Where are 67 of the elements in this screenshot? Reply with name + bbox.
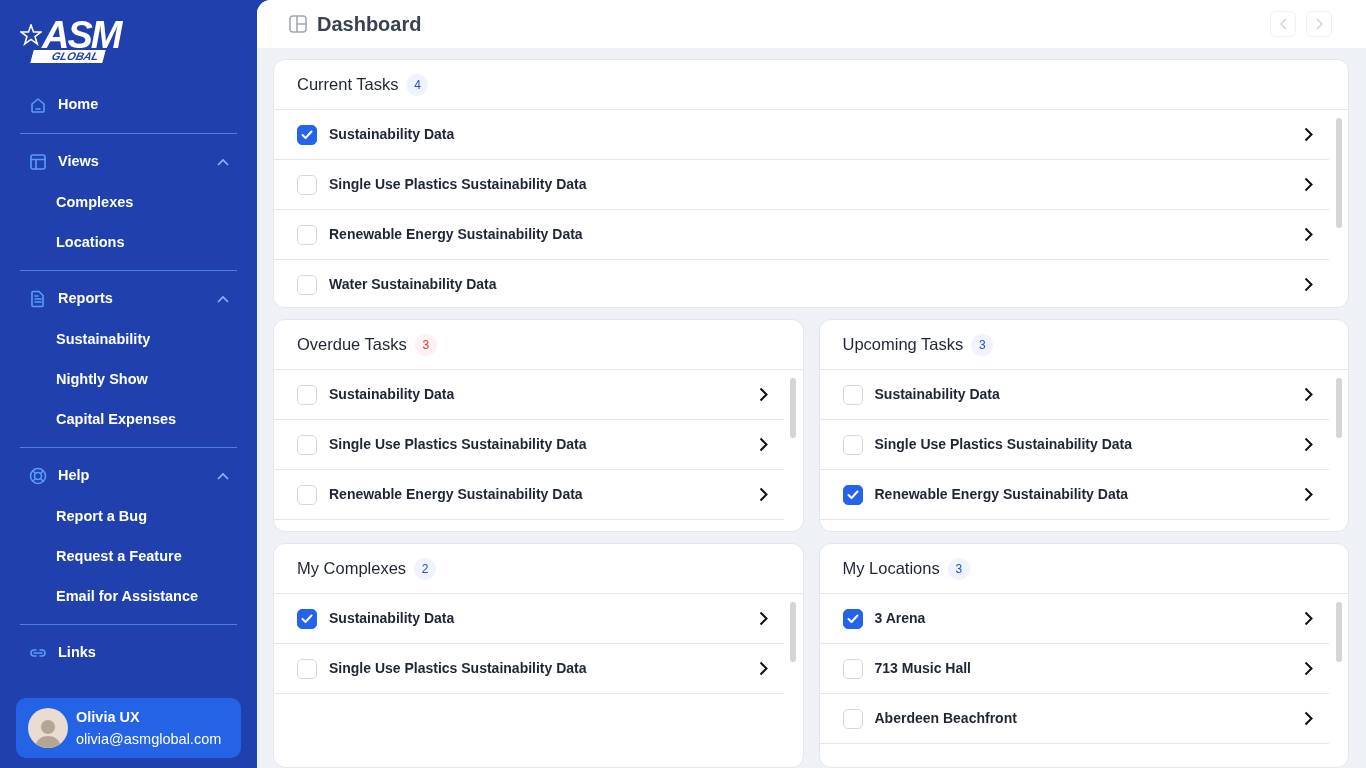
panel-title: My Locations (842, 558, 940, 580)
chevron-right-icon (1304, 437, 1313, 452)
checkmark-icon (846, 489, 859, 500)
scrollbar[interactable] (1335, 602, 1342, 662)
nav-link[interactable]: Capital Expenses (20, 399, 237, 439)
nav-item[interactable]: Reports (20, 279, 237, 319)
nav-item[interactable]: Views (20, 142, 237, 182)
chevron-right-icon (1304, 277, 1313, 292)
checkmark-icon (301, 613, 313, 624)
star-icon (20, 24, 42, 46)
chevron-up-icon (217, 472, 229, 480)
chevron-right-icon (758, 611, 768, 626)
scrollbar[interactable] (790, 602, 796, 662)
chevron-left-icon (1278, 18, 1288, 30)
nav-item[interactable]: Links (20, 633, 237, 673)
checkbox[interactable] (842, 484, 863, 505)
user-card[interactable]: Olivia UX olivia@asmglobal.com (16, 698, 241, 758)
chevron-right-icon (1304, 177, 1313, 192)
count-badge: 3 (947, 557, 970, 580)
nav-link[interactable]: Email for Assistance (20, 576, 237, 616)
chevron-right-icon (1314, 18, 1324, 30)
logo: ASM GLOBAL (20, 16, 237, 63)
dashboard-icon (289, 15, 307, 33)
checkbox[interactable] (842, 608, 863, 629)
panel-title: Overdue Tasks (297, 334, 407, 356)
nav-link[interactable]: Nightly Show (20, 359, 237, 399)
checkbox[interactable] (297, 608, 317, 629)
lifebuoy-icon (28, 466, 48, 486)
nav-link[interactable]: Complexes (20, 182, 237, 222)
chevron-right-icon (1304, 127, 1313, 142)
chevron-up-icon (217, 295, 229, 303)
chevron-right-icon (758, 487, 768, 502)
chevron-right-icon (1304, 387, 1313, 402)
avatar (28, 708, 68, 748)
chevron-right-icon (1304, 711, 1313, 726)
checkbox[interactable] (297, 124, 317, 145)
count-badge: 2 (414, 557, 437, 580)
scrollbar[interactable] (790, 378, 796, 438)
user-name: Olivia UX (76, 708, 141, 727)
panel-title: Current Tasks (297, 74, 399, 96)
chevron-up-icon (217, 158, 229, 166)
nav-link[interactable]: Request a Feature (20, 536, 237, 576)
nav-link[interactable]: Report a Bug (20, 496, 237, 536)
nav-link[interactable]: Sustainability (20, 319, 237, 359)
scrollbar[interactable] (1335, 118, 1342, 228)
nav-item[interactable]: Help (20, 456, 237, 496)
count-badge: 3 (971, 333, 994, 356)
panel-title: My Complexes (297, 558, 407, 580)
page-title: Dashboard (317, 12, 423, 37)
user-email: olivia@asmglobal.com (76, 729, 222, 748)
chevron-right-icon (758, 661, 768, 676)
nav-link[interactable]: Locations (20, 222, 237, 262)
count-badge: 4 (406, 73, 429, 96)
chevron-right-icon (758, 437, 768, 452)
chevron-right-icon (1304, 227, 1313, 242)
chevron-right-icon (1304, 611, 1313, 626)
scrollbar[interactable] (1335, 378, 1342, 438)
house-icon (28, 95, 48, 115)
nav-item[interactable]: Home (20, 85, 237, 125)
checkmark-icon (846, 613, 859, 624)
checkmark-icon (301, 129, 313, 140)
count-badge: 3 (414, 333, 437, 356)
chevron-right-icon (1304, 661, 1313, 676)
layout-icon (28, 152, 48, 172)
chevron-right-icon (1304, 487, 1313, 502)
panel-title: Upcoming Tasks (842, 334, 964, 356)
chevron-right-icon (758, 387, 768, 402)
